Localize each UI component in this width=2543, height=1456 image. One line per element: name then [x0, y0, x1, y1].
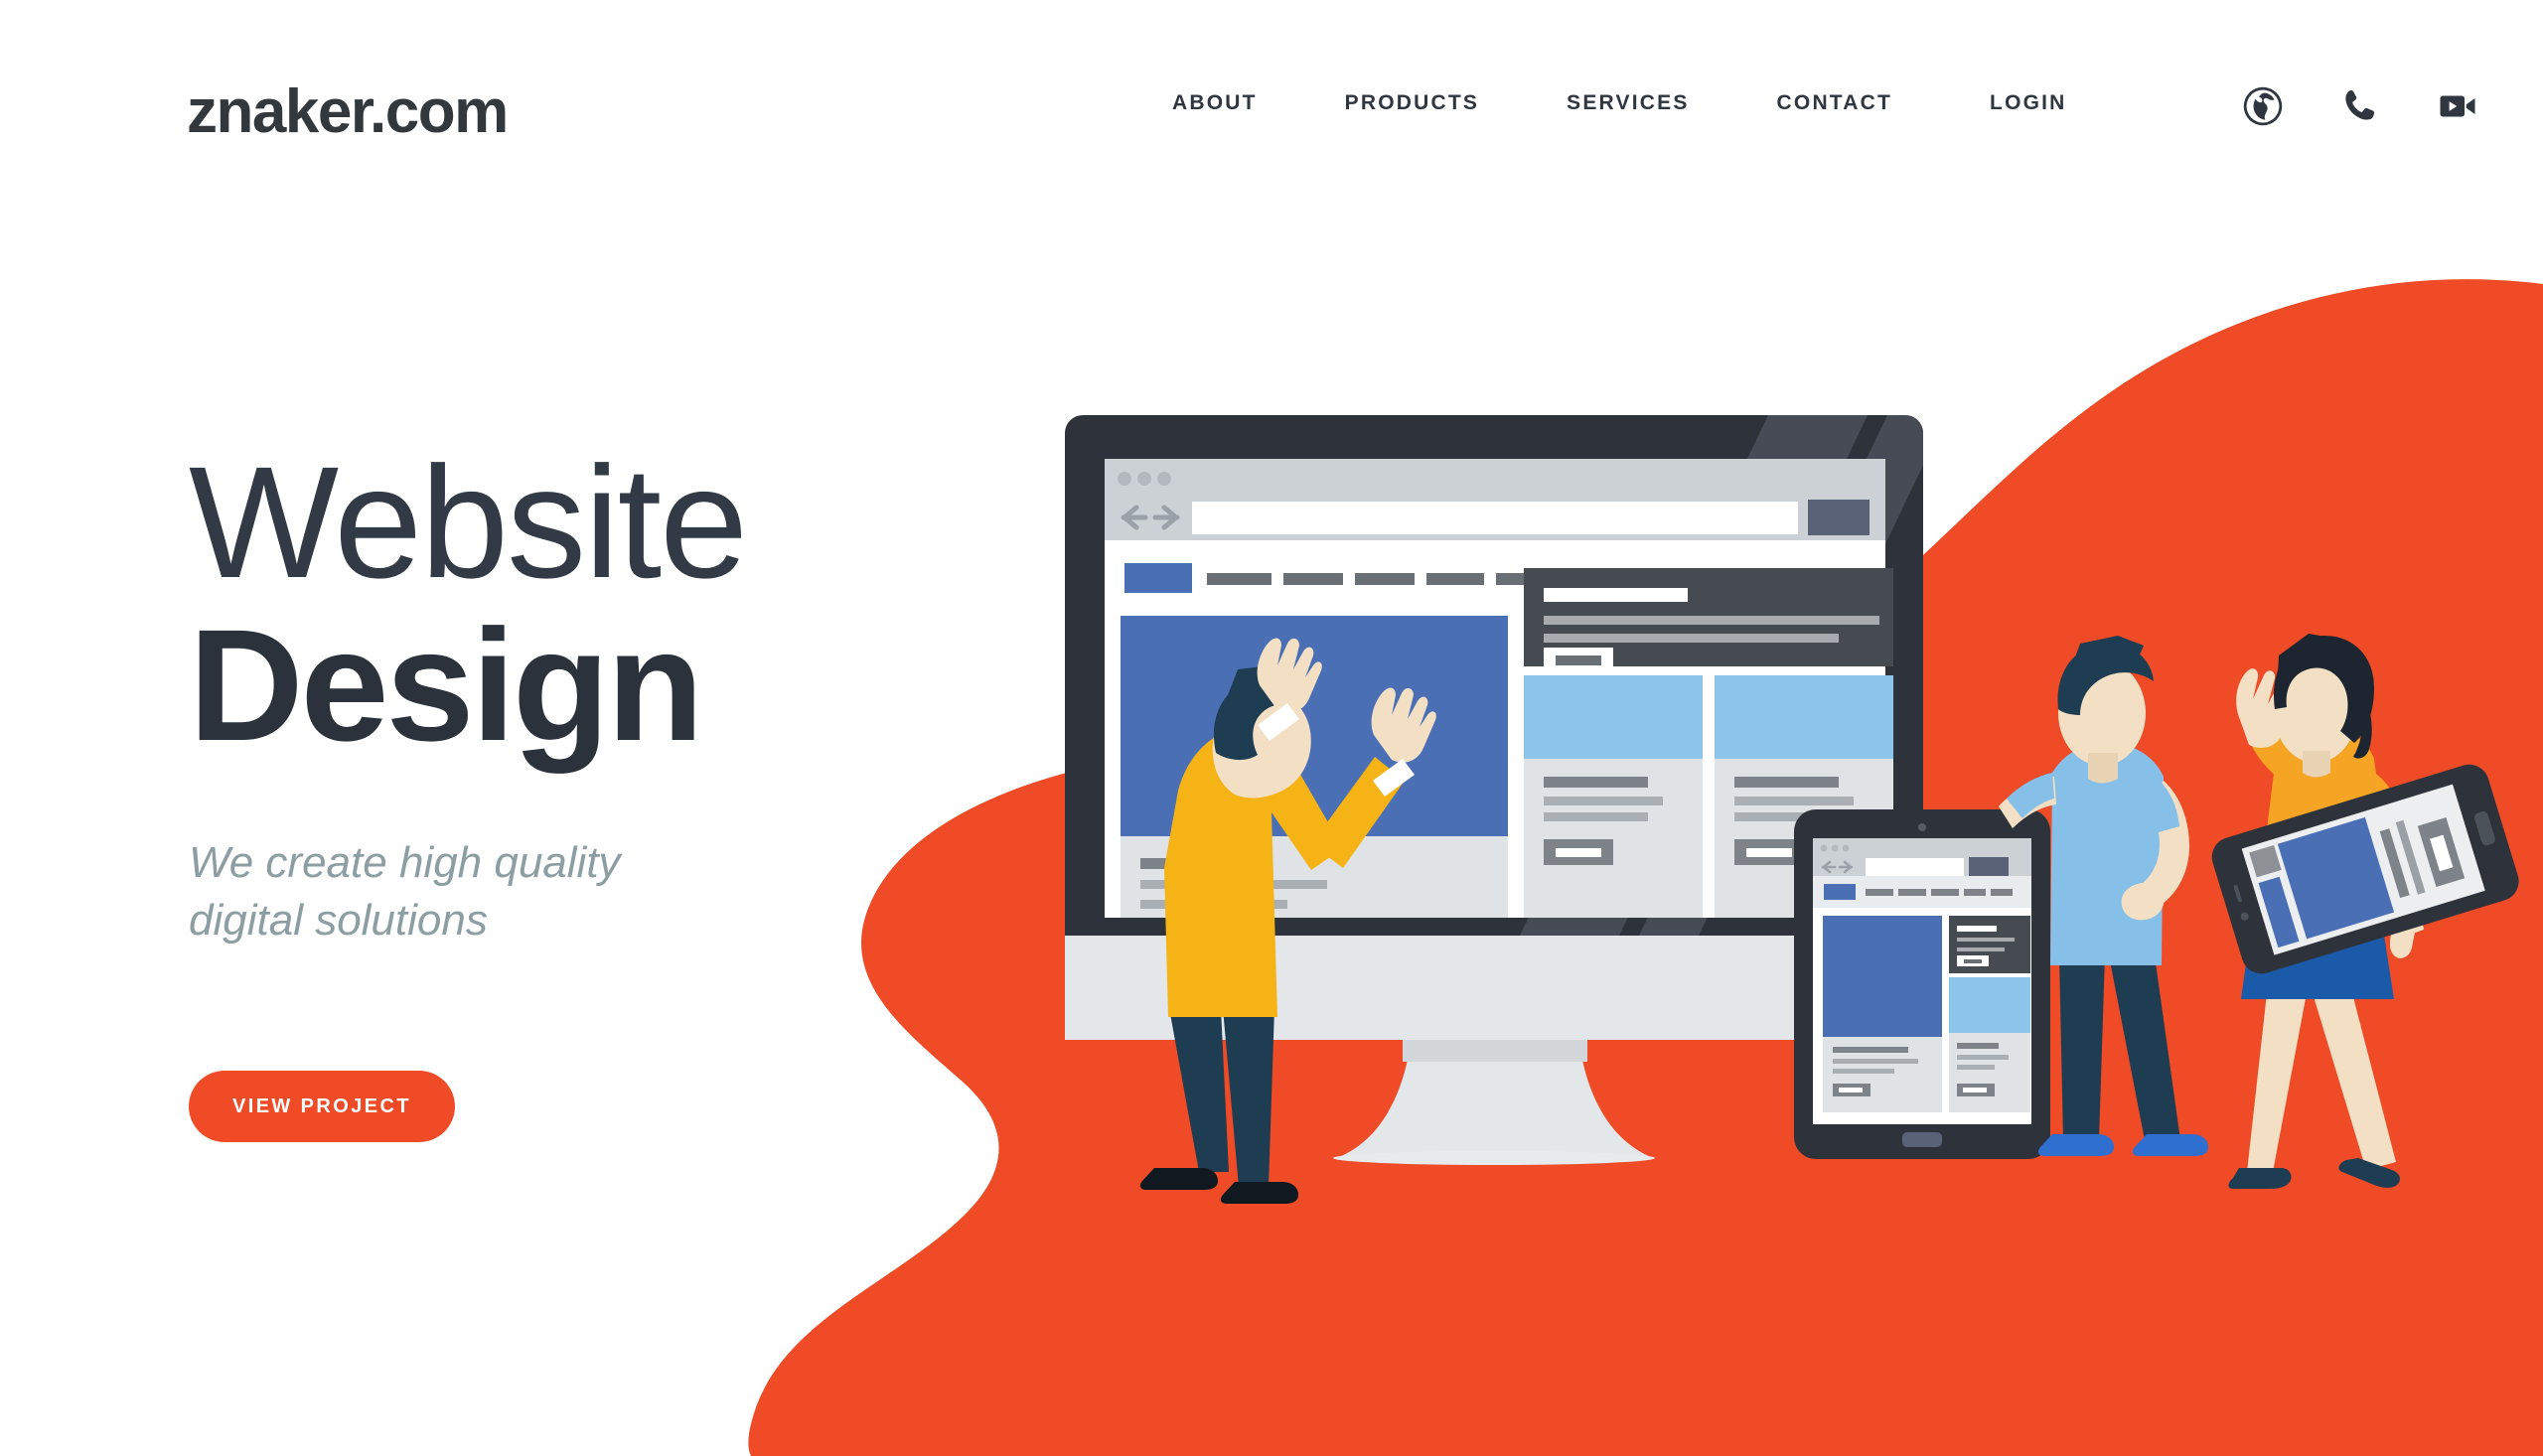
main-navigation: ABOUT PRODUCTS SERVICES CONTACT LOGIN — [1172, 91, 2067, 115]
site-logo[interactable]: znaker.com — [187, 81, 509, 143]
site-header: znaker.com ABOUT PRODUCTS SERVICES CONTA… — [0, 0, 2543, 184]
view-project-button[interactable]: VIEW PROJECT — [189, 1071, 455, 1143]
hero-subheading-line1: We create high quality — [189, 838, 621, 887]
landing-page: znaker.com ABOUT PRODUCTS SERVICES CONTA… — [0, 0, 2543, 1456]
hero-subheading: We create high quality digital solutions — [189, 834, 805, 949]
globe-icon[interactable] — [2240, 83, 2286, 129]
nav-item-products[interactable]: PRODUCTS — [1345, 91, 1479, 115]
hero-subheading-line2: digital solutions — [189, 896, 488, 946]
video-camera-icon[interactable] — [2435, 83, 2480, 129]
nav-item-login[interactable]: LOGIN — [1990, 91, 2067, 115]
hero-headline-bold: Design — [189, 596, 703, 774]
hero-headline-light: Website — [189, 433, 748, 611]
hero-text-block: Website Design We create high quality di… — [189, 433, 1003, 1143]
nav-item-about[interactable]: ABOUT — [1172, 91, 1258, 115]
phone-icon[interactable] — [2337, 83, 2383, 129]
nav-item-contact[interactable]: CONTACT — [1777, 91, 1893, 115]
header-icon-group — [2240, 83, 2480, 129]
nav-item-services[interactable]: SERVICES — [1567, 91, 1689, 115]
